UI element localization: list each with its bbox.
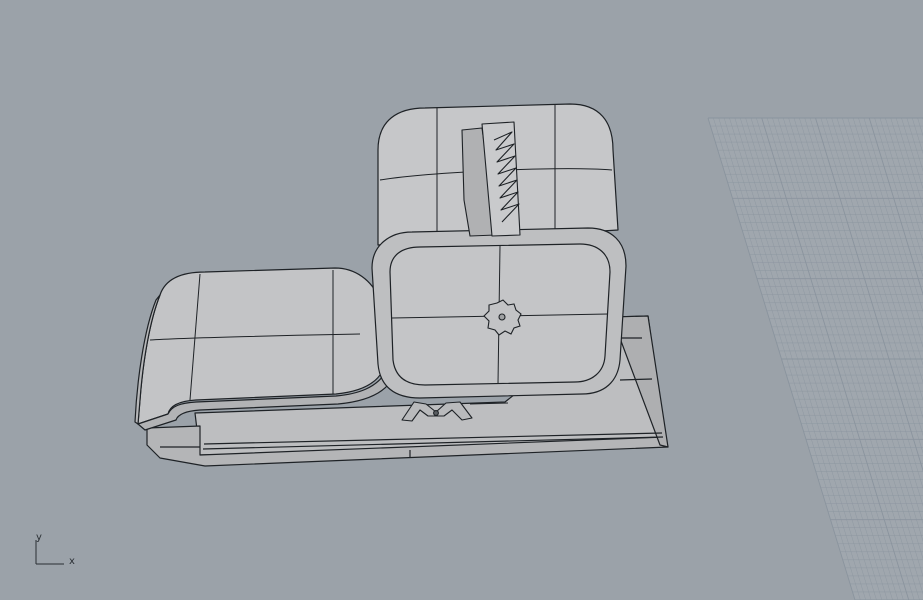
ratchet-slot: [461, 121, 521, 237]
clip-arm: [134, 267, 389, 431]
scene-canvas[interactable]: [0, 0, 923, 600]
rhino-3d-viewport[interactable]: x y: [0, 0, 923, 600]
axis-y-label: y: [36, 532, 42, 543]
latch-pin: [433, 410, 439, 416]
knob-center: [498, 313, 506, 321]
construction-grid: [707, 117, 923, 600]
axis-triad: x y: [30, 532, 80, 568]
axis-x-label: x: [69, 556, 75, 567]
